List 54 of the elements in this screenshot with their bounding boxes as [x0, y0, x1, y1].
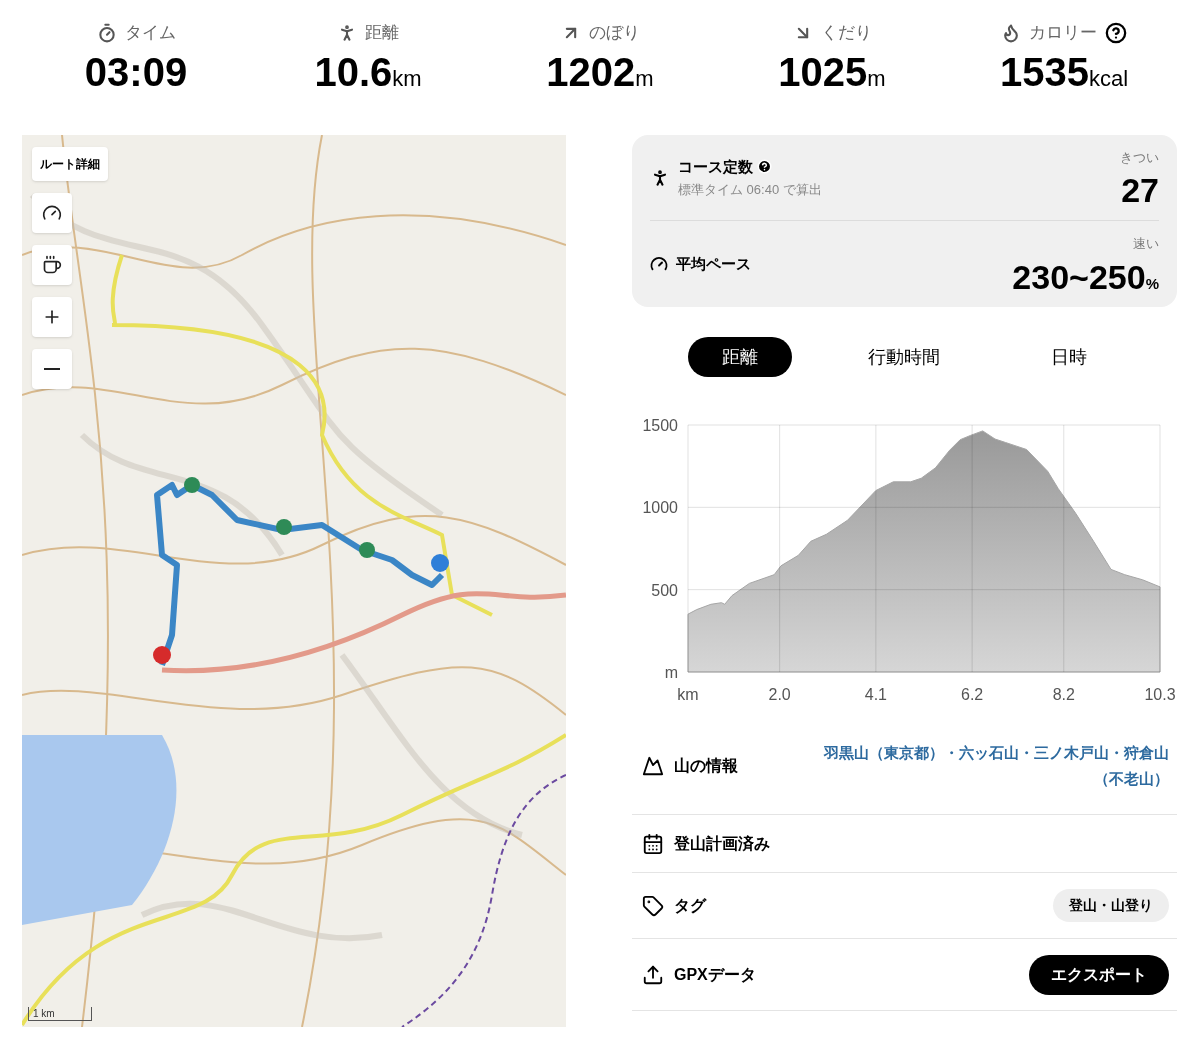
flame-icon: [1001, 22, 1021, 43]
calendar-icon: [642, 832, 664, 855]
tag-chip[interactable]: 登山・山登り: [1053, 889, 1169, 922]
chart-tab[interactable]: 日時: [1016, 337, 1121, 377]
average-pace-value: 230~250%: [1012, 259, 1159, 294]
x-axis-label: 2.0: [768, 686, 791, 703]
x-axis-label: km: [677, 686, 699, 703]
standard-time-text: 標準タイム 06:40 で算出: [678, 181, 822, 199]
stat-label: のぼり: [588, 22, 640, 44]
rest-button[interactable]: [32, 245, 72, 285]
stat-value: 1202m: [546, 51, 654, 92]
x-axis-label: 8.2: [1052, 686, 1075, 703]
y-axis-label: m: [664, 664, 678, 681]
help-icon[interactable]: [1105, 21, 1127, 44]
export-button[interactable]: エクスポート: [1029, 954, 1169, 995]
x-axis-label: 6.2: [961, 686, 984, 703]
course-constant-label: コース定数: [678, 156, 753, 177]
scale-bar: 1 km: [28, 1007, 92, 1021]
tag-label: タグ: [674, 895, 706, 916]
chart-tab[interactable]: 距離: [688, 337, 793, 377]
mountain-info-label: 山の情報: [674, 755, 738, 776]
x-axis-label: 10.3: [1144, 686, 1176, 703]
stat-label: カロリー: [1029, 22, 1097, 44]
stat-value: 10.6km: [314, 51, 422, 92]
cup-icon: [42, 255, 62, 275]
pace-button[interactable]: [32, 193, 72, 233]
y-axis-label: 1500: [642, 417, 678, 434]
stat-value: 1535kcal: [999, 51, 1129, 92]
gauge-icon: [42, 203, 62, 223]
map[interactable]: ルート詳細 1 km: [22, 135, 566, 1027]
minus-icon: [44, 368, 60, 370]
chart-tab[interactable]: 行動時間: [852, 337, 957, 377]
x-axis-label: 4.1: [864, 686, 887, 703]
y-axis-label: 1000: [642, 499, 678, 517]
upload-icon: [642, 963, 664, 986]
mountain-icon: [642, 754, 664, 777]
zoom-in-button[interactable]: [32, 297, 72, 337]
gpx-data-label: GPXデータ: [674, 964, 756, 985]
difficulty-text: きつい: [1120, 148, 1159, 167]
mountain-links[interactable]: 羽黒山（東京都）・六ッ石山・三ノ木戸山・狩倉山（不老山）: [799, 739, 1169, 792]
stat-label: 距離: [365, 22, 399, 44]
y-axis-label: 500: [651, 581, 678, 599]
stat-label: タイム: [124, 22, 176, 44]
pace-rating-text: 速い: [1133, 235, 1159, 254]
tag-icon: [642, 894, 664, 917]
gauge-icon: [650, 255, 668, 273]
course-constant-value: 27: [1121, 173, 1159, 208]
average-pace-label: 平均ペース: [676, 253, 751, 274]
route-details-button[interactable]: ルート詳細: [32, 147, 108, 181]
plan-status-label: 登山計画済み: [674, 833, 770, 854]
stat-value: 1025m: [778, 51, 886, 92]
stat-value: 03:09: [84, 51, 188, 92]
stat-label: くだり: [820, 22, 872, 44]
stopwatch-icon: [96, 22, 117, 43]
